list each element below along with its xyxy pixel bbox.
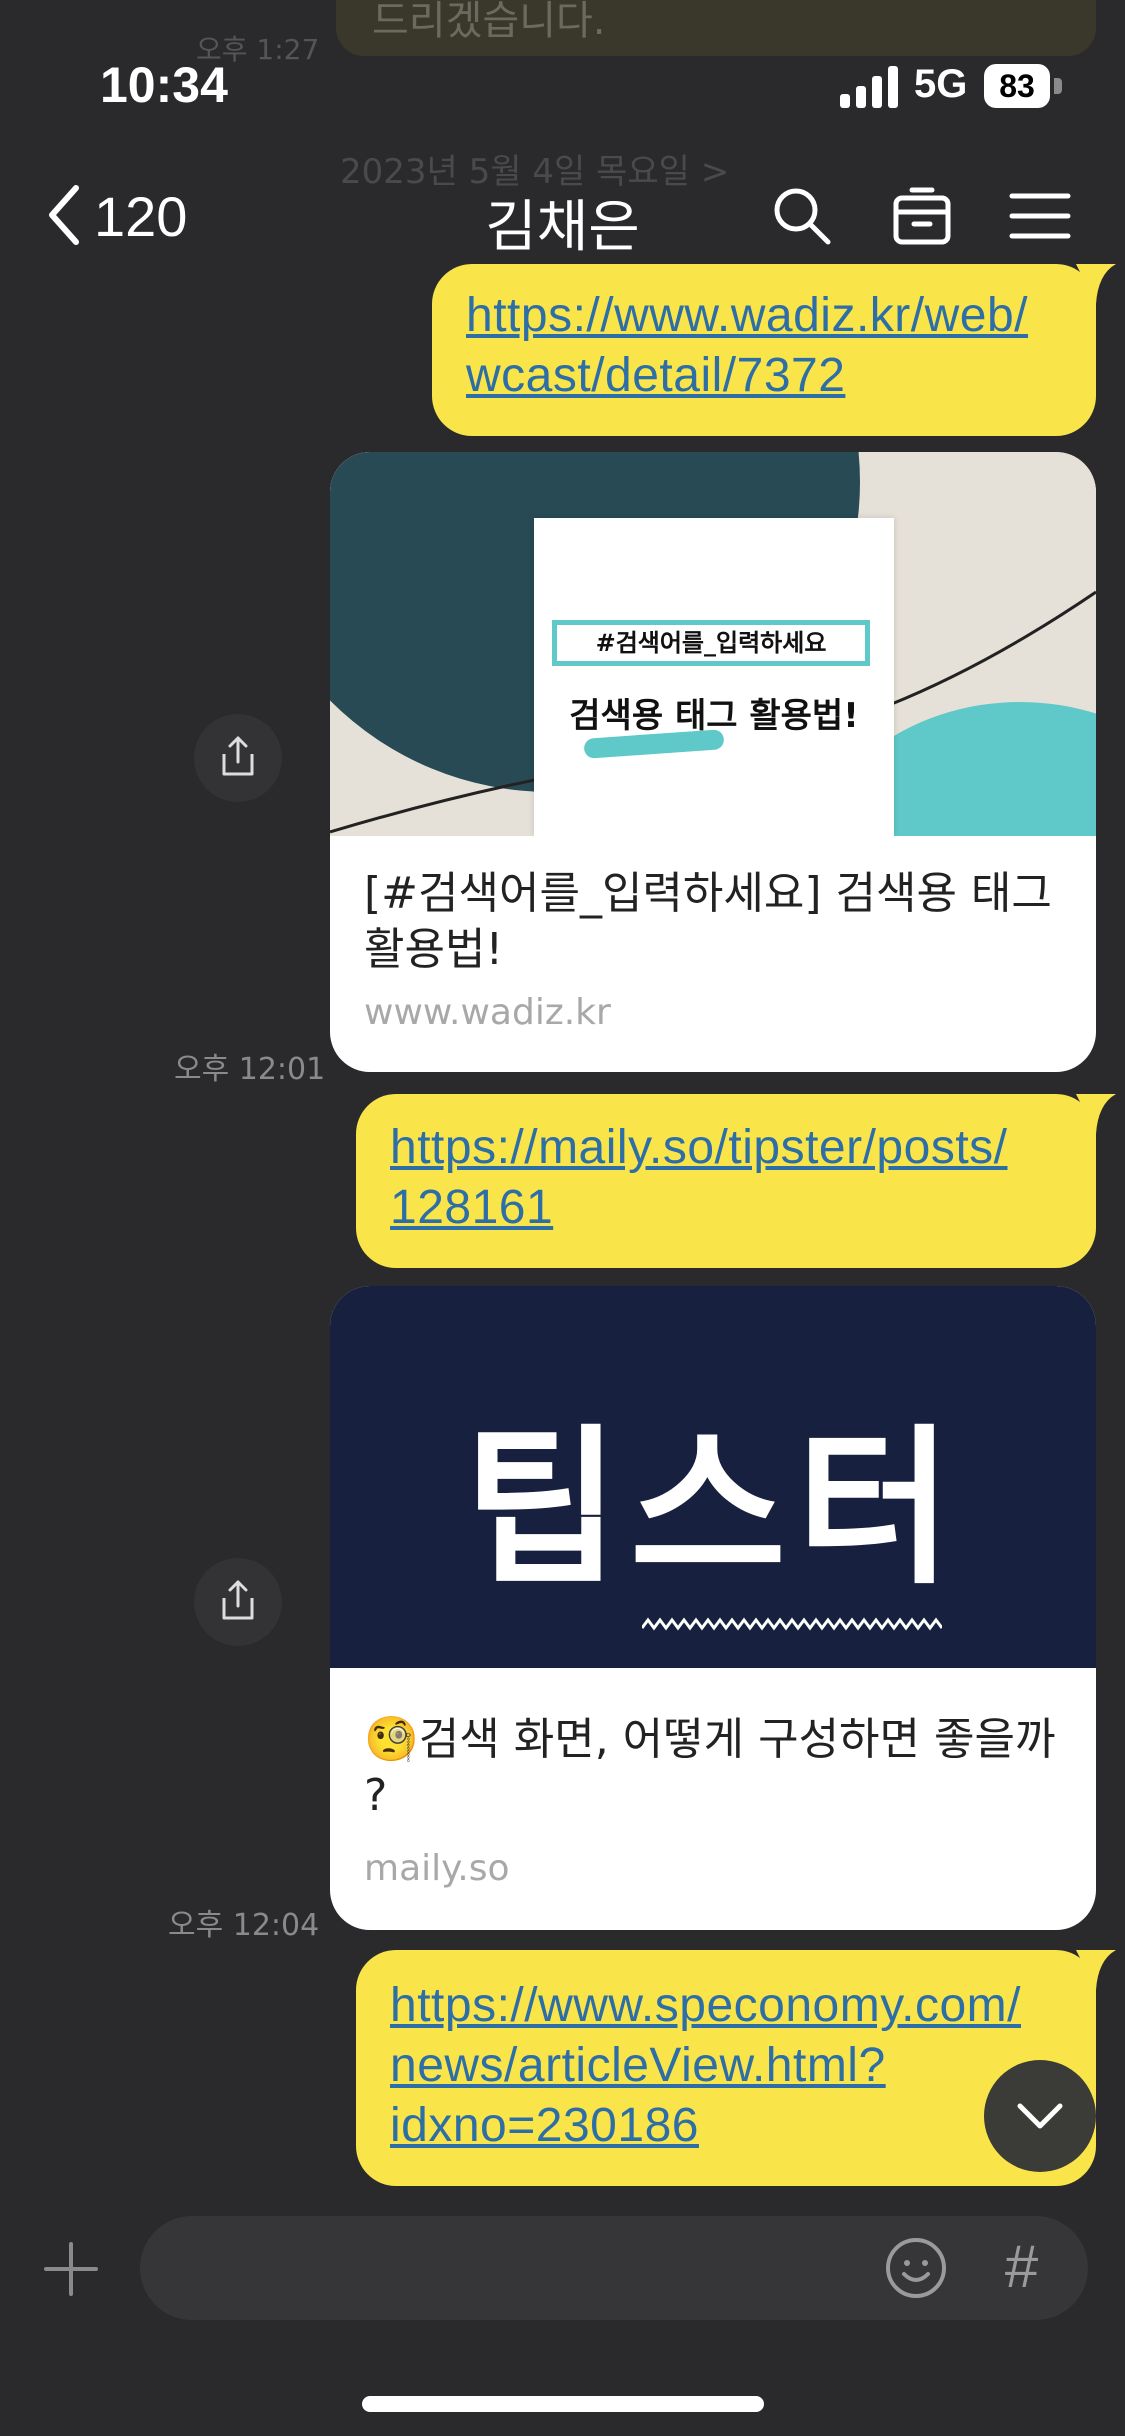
monocle-face-emoji-icon: 🧐	[364, 1714, 419, 1765]
share-button[interactable]	[194, 1558, 282, 1646]
chevron-down-icon	[1017, 2103, 1063, 2129]
message-link[interactable]: https://www.wadiz.kr/web/ wcast/detail/7…	[466, 286, 1028, 406]
previous-message-text: 드리겠습니다.	[372, 0, 606, 44]
message-bubble-link[interactable]: https://www.wadiz.kr/web/ wcast/detail/7…	[432, 264, 1096, 436]
share-icon	[222, 736, 254, 776]
thumbnail-tag: #검색어를_입력하세요	[552, 620, 870, 666]
message-link[interactable]: https://www.speconomy.com/ news/articleV…	[390, 1976, 1021, 2156]
thumbnail-title: 팁스터	[463, 1410, 963, 1608]
home-indicator[interactable]	[362, 2396, 764, 2412]
message-bubble-link[interactable]: https://maily.so/tipster/posts/ 128161	[356, 1094, 1096, 1268]
bubble-tail	[1076, 1094, 1116, 1134]
message-bubble-link[interactable]: https://www.speconomy.com/ news/articleV…	[356, 1950, 1096, 2186]
bubble-tail	[1076, 1950, 1116, 1990]
cellular-signal-icon	[840, 66, 898, 108]
plus-icon[interactable]	[42, 2240, 100, 2298]
calendar-icon[interactable]	[890, 184, 954, 248]
network-type: 5G	[914, 62, 968, 106]
scroll-to-bottom-button[interactable]	[984, 2060, 1096, 2172]
card-thumbnail: #검색어를_입력하세요 검색용 태그 활용법!	[330, 452, 1096, 836]
battery-level: 83	[999, 68, 1035, 104]
search-icon[interactable]	[770, 184, 834, 248]
card-domain: www.wadiz.kr	[364, 992, 611, 1033]
share-icon	[222, 1580, 254, 1620]
thumbnail-title: 검색용 태그 활용법!	[569, 696, 859, 736]
link-preview-card[interactable]: 팁스터 🧐검색 화면, 어떻게 구성하면 좋을까 ? maily.so	[330, 1286, 1096, 1930]
message-time: 오후 12:04	[168, 1908, 320, 1943]
share-button[interactable]	[194, 714, 282, 802]
hashtag-button[interactable]: #	[1004, 2232, 1037, 2301]
card-thumbnail: 팁스터	[330, 1286, 1096, 1668]
status-time: 10:34	[100, 57, 228, 113]
menu-icon[interactable]	[1008, 184, 1072, 248]
message-time: 오후 12:01	[174, 1052, 326, 1087]
battery-icon: 83	[984, 64, 1064, 108]
card-domain: maily.so	[364, 1848, 510, 1889]
chat-title: 김채은	[485, 195, 640, 260]
message-link[interactable]: https://maily.so/tipster/posts/ 128161	[390, 1118, 1008, 1238]
link-preview-card[interactable]: #검색어를_입력하세요 검색용 태그 활용법! [#검색어를_입력하세요] 검색…	[330, 452, 1096, 1072]
card-title: [#검색어를_입력하세요] 검색용 태그 활용법!	[364, 868, 1052, 975]
card-title: 🧐검색 화면, 어떻게 구성하면 좋을까 ?	[364, 1714, 1056, 1821]
emoji-icon[interactable]	[884, 2236, 948, 2300]
bubble-tail	[1076, 264, 1116, 304]
